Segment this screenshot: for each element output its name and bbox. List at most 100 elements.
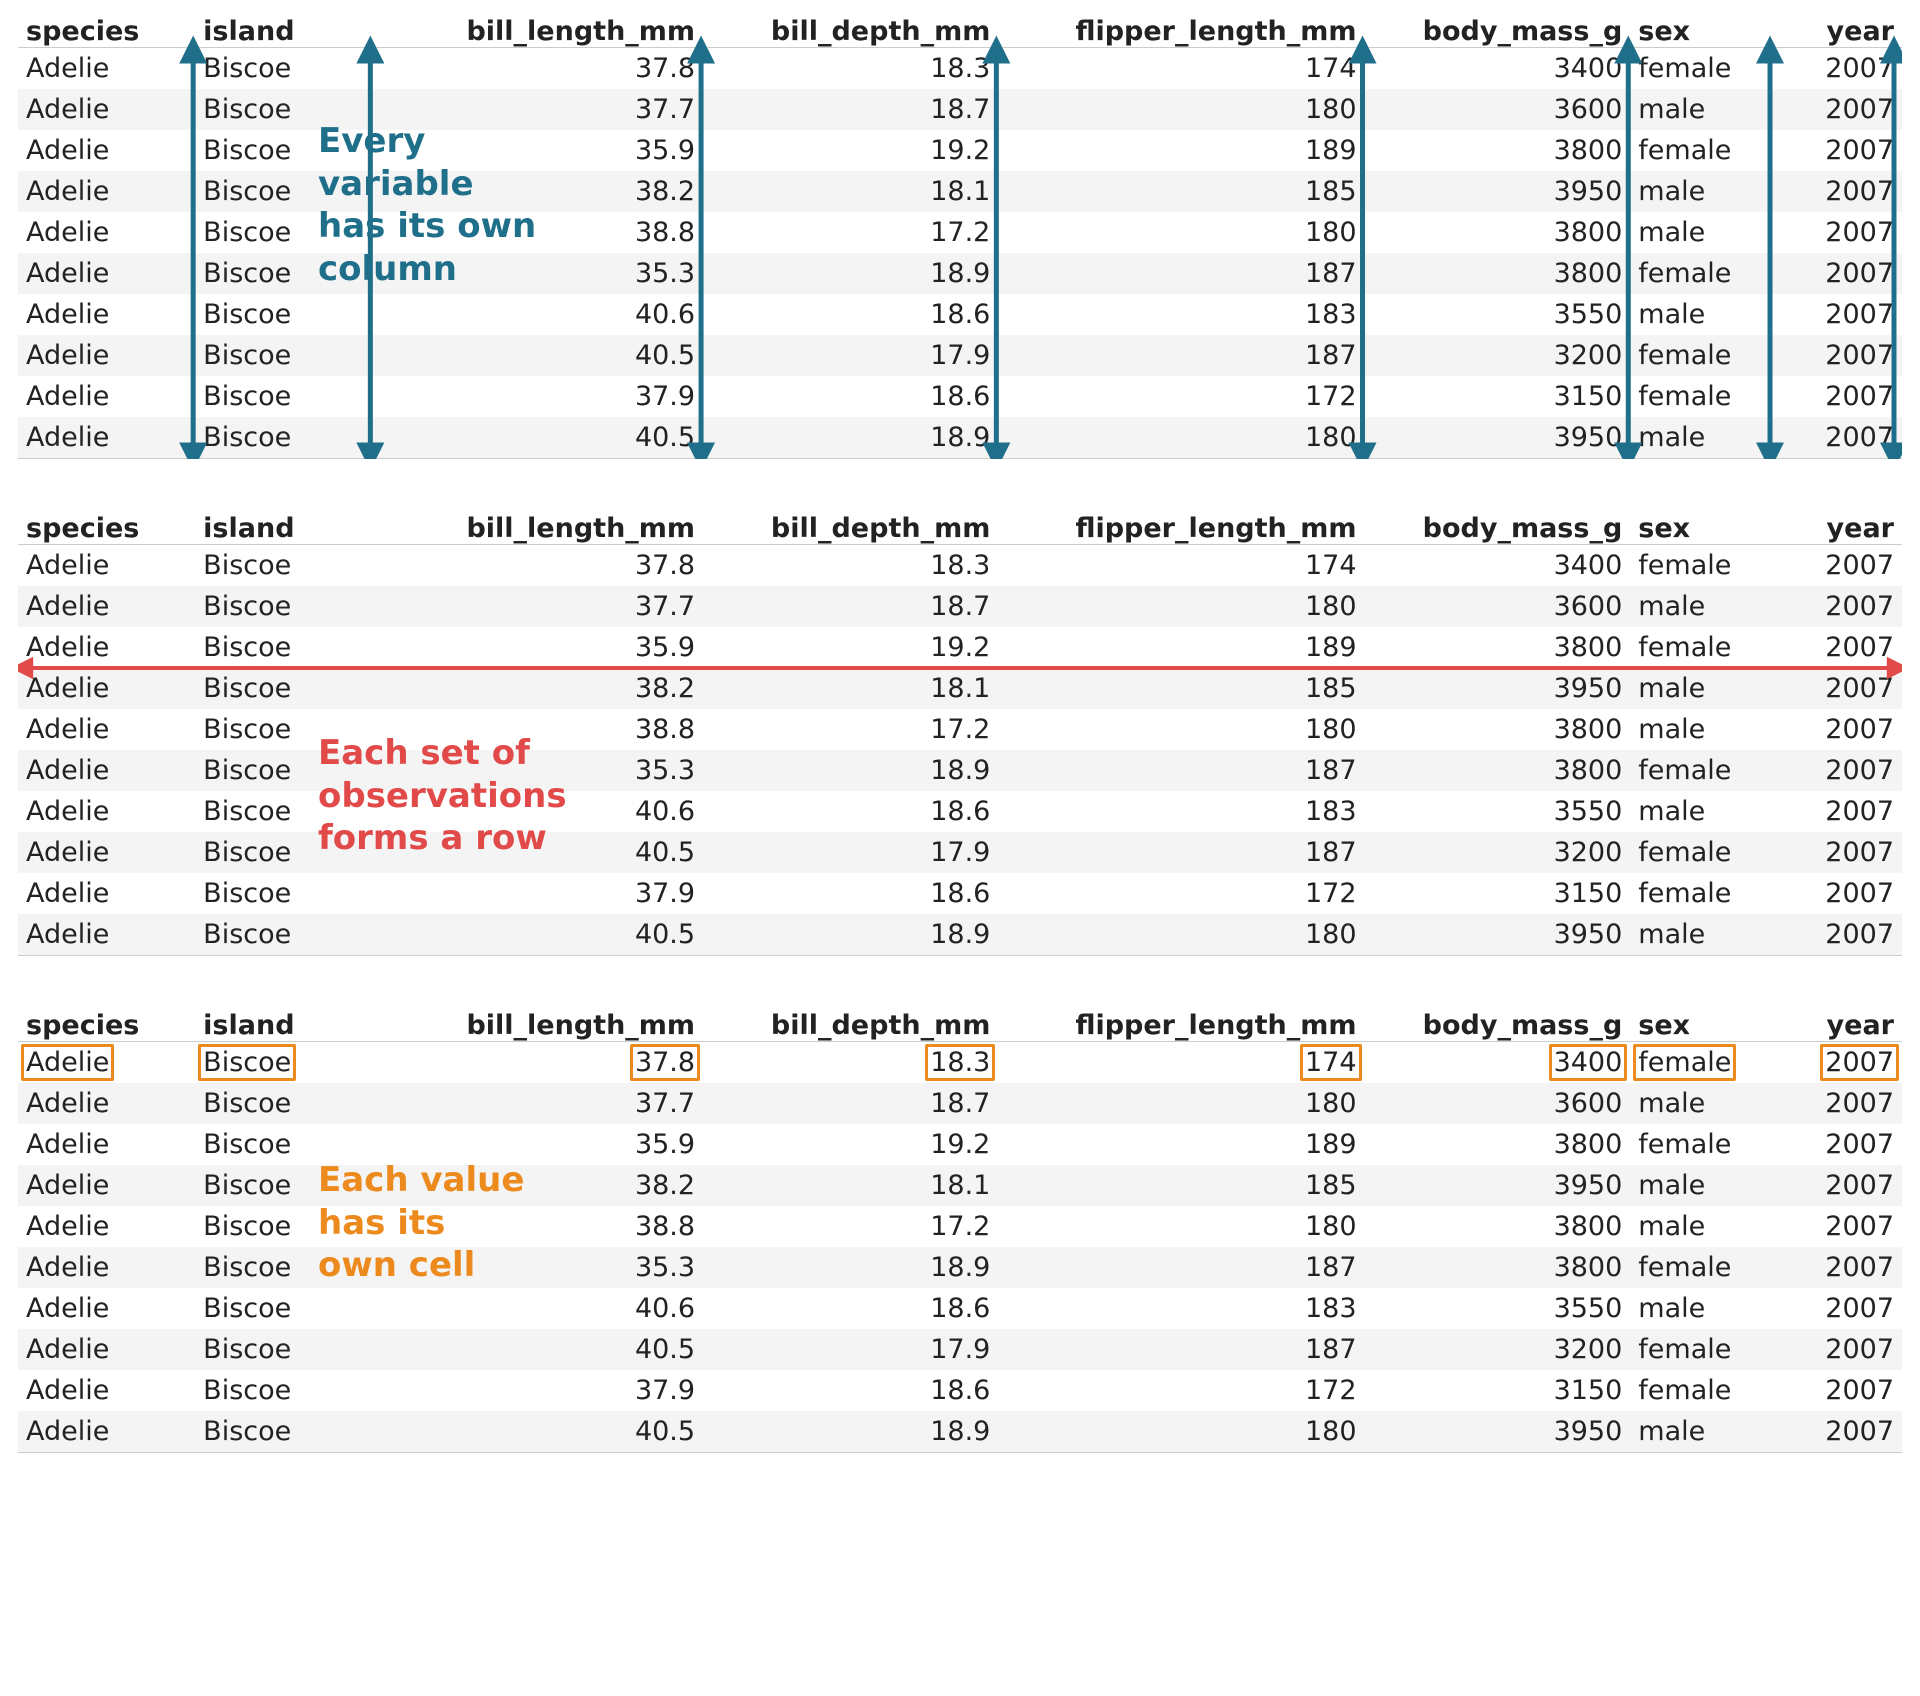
table-cell: male <box>1630 212 1772 253</box>
table-cell: 18.6 <box>703 873 998 914</box>
table-cell: Biscoe <box>195 130 372 171</box>
table-cell: 19.2 <box>703 1124 998 1165</box>
table-cell: 37.7 <box>372 89 703 130</box>
table-cell: 2007 <box>1772 1288 1902 1329</box>
table-cell: male <box>1630 709 1772 750</box>
table-cell: 2007 <box>1772 1042 1902 1084</box>
table-cell: Adelie <box>18 914 195 956</box>
table-cell: Adelie <box>18 89 195 130</box>
table-row: AdelieBiscoe40.618.61833550male2007 <box>18 1288 1902 1329</box>
table-cell: Adelie <box>18 171 195 212</box>
table-cell: Biscoe <box>195 294 372 335</box>
table-cell: Biscoe <box>195 212 372 253</box>
table-cell: 187 <box>998 1247 1364 1288</box>
table-row: AdelieBiscoe37.718.71803600male2007 <box>18 586 1902 627</box>
table-cell: 3200 <box>1365 1329 1631 1370</box>
column-header: year <box>1772 10 1902 48</box>
table-cell: 185 <box>998 1165 1364 1206</box>
table-cell: 3950 <box>1365 668 1631 709</box>
table-row: AdelieBiscoe35.318.91873800female2007 <box>18 253 1902 294</box>
table-cell: Adelie <box>18 668 195 709</box>
table-cell: 19.2 <box>703 627 998 668</box>
table-cell: female <box>1630 48 1772 90</box>
table-cell: 35.3 <box>372 1247 703 1288</box>
table-cell: Adelie <box>18 586 195 627</box>
table-cell: 2007 <box>1772 1083 1902 1124</box>
column-header: bill_depth_mm <box>703 1004 998 1042</box>
table-cell: 38.8 <box>372 709 703 750</box>
table-row: AdelieBiscoe35.919.21893800female2007 <box>18 1124 1902 1165</box>
table-cell: Biscoe <box>195 48 372 90</box>
table-cell: 40.5 <box>372 417 703 459</box>
table-cell: 18.6 <box>703 294 998 335</box>
table-cell: 40.5 <box>372 1411 703 1453</box>
table-cell: 17.9 <box>703 1329 998 1370</box>
table-cell: female <box>1630 1247 1772 1288</box>
table-cell: Biscoe <box>195 335 372 376</box>
table-cell: male <box>1630 1206 1772 1247</box>
table-cell: 187 <box>998 1329 1364 1370</box>
table-cell: Biscoe <box>195 873 372 914</box>
table-cell: female <box>1630 376 1772 417</box>
table-cell: 18.9 <box>703 750 998 791</box>
table-cell: 172 <box>998 873 1364 914</box>
table-cell: 189 <box>998 1124 1364 1165</box>
table-cell: 180 <box>998 89 1364 130</box>
table-cell: 35.9 <box>372 627 703 668</box>
table-cell: Biscoe <box>195 1411 372 1453</box>
table-cell: 19.2 <box>703 130 998 171</box>
table-cell: Adelie <box>18 376 195 417</box>
table-cell: Adelie <box>18 750 195 791</box>
table-cell: 17.9 <box>703 832 998 873</box>
table-cell: 187 <box>998 750 1364 791</box>
table-cell: 2007 <box>1772 1206 1902 1247</box>
table-cell: 37.7 <box>372 586 703 627</box>
table-cell: 37.8 <box>372 1042 703 1084</box>
table-row: AdelieBiscoe40.518.91803950male2007 <box>18 914 1902 956</box>
table-cell: 18.9 <box>703 914 998 956</box>
column-header: bill_length_mm <box>372 1004 703 1042</box>
table-row: AdelieBiscoe35.318.91873800female2007 <box>18 1247 1902 1288</box>
table-cell: Biscoe <box>195 253 372 294</box>
table-cell: 187 <box>998 253 1364 294</box>
table-row: AdelieBiscoe38.218.11853950male2007 <box>18 171 1902 212</box>
table-cell: male <box>1630 1165 1772 1206</box>
table-cell: 180 <box>998 1411 1364 1453</box>
table-cell: 3600 <box>1365 89 1631 130</box>
table-cell: 3800 <box>1365 253 1631 294</box>
table-cell: 2007 <box>1772 627 1902 668</box>
table-cell: Adelie <box>18 1411 195 1453</box>
table-cell: 40.6 <box>372 294 703 335</box>
table-cell: 189 <box>998 130 1364 171</box>
table-cell: 187 <box>998 832 1364 873</box>
column-header: year <box>1772 1004 1902 1042</box>
table-cell: 2007 <box>1772 545 1902 587</box>
table-cell: 2007 <box>1772 1329 1902 1370</box>
table-cell: female <box>1630 873 1772 914</box>
table-cell: 3800 <box>1365 627 1631 668</box>
table-row: AdelieBiscoe38.817.21803800male2007 <box>18 212 1902 253</box>
table-cell: 2007 <box>1772 253 1902 294</box>
table-row: AdelieBiscoe40.517.91873200female2007 <box>18 1329 1902 1370</box>
table-cell: 2007 <box>1772 48 1902 90</box>
table-cell: 2007 <box>1772 417 1902 459</box>
table-cell: 183 <box>998 791 1364 832</box>
table-cell: 174 <box>998 1042 1364 1084</box>
table-cell: Biscoe <box>195 1165 372 1206</box>
table-cell: Adelie <box>18 130 195 171</box>
data-table-columns: speciesislandbill_length_mmbill_depth_mm… <box>18 10 1902 459</box>
table-cell: 2007 <box>1772 750 1902 791</box>
table-cell: 18.9 <box>703 1247 998 1288</box>
table-cell: Adelie <box>18 545 195 587</box>
table-cell: 38.2 <box>372 668 703 709</box>
table-cell: male <box>1630 668 1772 709</box>
table-row: AdelieBiscoe38.218.11853950male2007 <box>18 1165 1902 1206</box>
table-cell: Adelie <box>18 1206 195 1247</box>
table-cell: Biscoe <box>195 1124 372 1165</box>
table-cell: Adelie <box>18 1083 195 1124</box>
table-cell: 3950 <box>1365 914 1631 956</box>
column-header: island <box>195 507 372 545</box>
table-row: AdelieBiscoe40.517.91873200female2007 <box>18 335 1902 376</box>
table-cell: 3800 <box>1365 1206 1631 1247</box>
table-cell: 3950 <box>1365 1165 1631 1206</box>
